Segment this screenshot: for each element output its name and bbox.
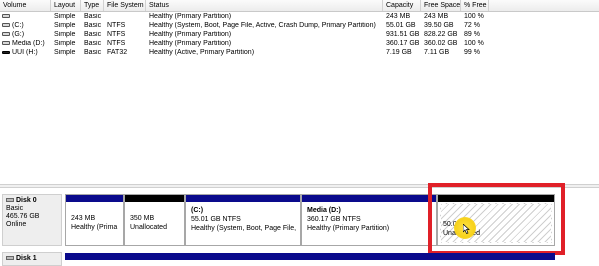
volume-pct-free: 100 % [464,13,484,20]
disk-1-partition-bar [65,253,555,260]
partition-unallocated-350mb[interactable]: 350 MB Unallocated [124,194,185,246]
disk-icon [6,256,14,261]
volume-layout: Simple [54,22,76,29]
column-header-status[interactable]: Status [146,0,383,11]
hdd-icon [2,41,10,46]
column-header-pct-free[interactable]: % Free [461,0,489,11]
highlight-box [428,183,565,255]
volume-filesystem: FAT32 [107,49,128,56]
volume-capacity: 360.17 GB [386,40,420,47]
volume-layout: Simple [54,31,76,38]
volume-free-space: 828.22 GB [424,31,458,38]
disk-0-label[interactable]: Disk 0 Basic 465.76 GB Online [2,194,62,246]
volume-type: Basic [84,31,102,38]
volume-type: Basic [84,13,102,20]
volume-row[interactable]: UUI (H:) Simple Basic FAT32 Healthy (Act… [0,49,599,57]
volume-row[interactable]: Media (D:) Simple Basic NTFS Healthy (Pr… [0,40,599,48]
volume-filesystem: NTFS [107,31,126,38]
partition-c[interactable]: (C:) 55.01 GB NTFS Healthy (System, Boot… [185,194,301,246]
disk-map: Disk 0 Basic 465.76 GB Online 243 MB Hea… [0,183,599,266]
usb-drive-icon [2,50,10,54]
partition-size: 360.17 GB NTFS [307,216,361,223]
volume-free-space: 243 MB [424,13,449,20]
volume-free-space: 7.11 GB [424,49,450,56]
column-header-filesystem[interactable]: File System [104,0,146,11]
disk-name: Disk 1 [16,255,37,262]
volume-status: Healthy (Primary Partition) [149,13,232,20]
partition-media-d[interactable]: Media (D:) 360.17 GB NTFS Healthy (Prima… [301,194,437,246]
volume-list-header: Volume Layout Type File System Status Ca… [0,0,599,12]
volume-filesystem [104,13,146,21]
partition-bar [125,195,184,202]
volume-pct-free: 100 % [464,40,484,47]
volume-row[interactable]: (G:) Simple Basic NTFS Healthy (Primary … [0,31,599,39]
column-header-volume[interactable]: Volume [0,0,51,11]
volume-list[interactable]: Volume Layout Type File System Status Ca… [0,0,599,184]
partition-recovery[interactable]: 243 MB Healthy (Prima [65,194,124,246]
partition-name: Media (D:) [307,207,341,214]
volume-status: Healthy (Primary Partition) [149,31,232,38]
volume-name: Media (D:) [12,40,45,47]
volume-layout: Simple [54,13,76,20]
partition-bar [66,195,123,202]
volume-row[interactable]: (C:) Simple Basic NTFS Healthy (System, … [0,22,599,30]
disk-size: 465.76 GB [6,213,40,220]
partition-status: Healthy (Prima [71,224,118,231]
volume-name: (G:) [12,31,25,38]
volume-type: Basic [84,49,102,56]
volume-row[interactable]: Simple Basic Healthy (Primary Partition)… [0,13,599,21]
volume-status: Healthy (Primary Partition) [149,40,232,47]
mouse-pointer-icon [463,224,470,234]
column-header-capacity[interactable]: Capacity [383,0,421,11]
volume-capacity: 243 MB [386,13,411,20]
volume-layout: Simple [54,40,76,47]
volume-status: Healthy (System, Boot, Page File, Active… [149,22,376,29]
volume-name: (C:) [12,22,24,29]
volume-pct-free: 99 % [464,49,480,56]
partition-bar [186,195,300,202]
volume-free-space: 360.02 GB [424,40,458,47]
volume-status: Healthy (Active, Primary Partition) [149,49,255,56]
volume-layout: Simple [54,49,76,56]
volume-pct-free: 72 % [464,22,480,29]
partition-bar [302,195,436,202]
hdd-icon [2,23,10,28]
hdd-icon [2,32,10,37]
disk-icon [6,198,14,203]
disk-name: Disk 0 [16,197,37,204]
column-header-free-space[interactable]: Free Space [421,0,461,11]
partition-name: (C:) [191,207,204,214]
volume-free-space: 39.50 GB [424,22,454,29]
partition-status: Healthy (Primary Partition) [307,225,390,232]
volume-name: UUI (H:) [12,49,38,56]
volume-capacity: 7.19 GB [386,49,412,56]
partition-size: 350 MB [130,215,155,222]
volume-filesystem: NTFS [107,22,126,29]
volume-capacity: 931.51 GB [386,31,420,38]
volume-filesystem: NTFS [107,40,126,47]
hdd-icon [2,14,10,19]
volume-type: Basic [84,40,102,47]
disk-state: Online [6,221,27,228]
volume-pct-free: 89 % [464,31,480,38]
volume-capacity: 55.01 GB [386,22,416,29]
volume-type: Basic [84,22,102,29]
disk-type: Basic [6,205,24,212]
partition-status: Healthy (System, Boot, Page File, [191,225,297,232]
partition-size: 55.01 GB NTFS [191,216,241,223]
partition-status: Unallocated [130,224,167,231]
column-header-type[interactable]: Type [81,0,104,11]
partition-size: 243 MB [71,215,96,222]
column-header-layout[interactable]: Layout [51,0,81,11]
